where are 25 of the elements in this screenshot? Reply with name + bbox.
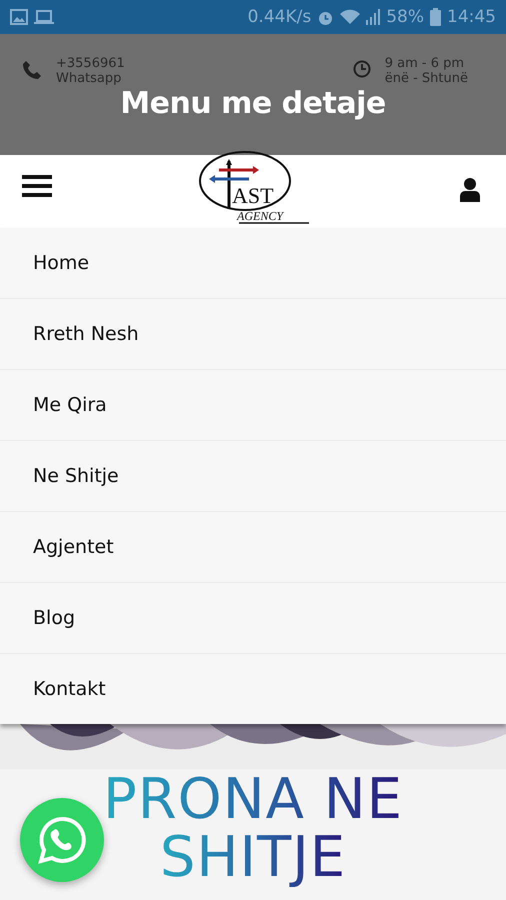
- network-speed: 0.44K/s: [248, 7, 312, 27]
- menu-item[interactable]: Home: [0, 228, 506, 299]
- contact-text: Whatsapp: [56, 71, 122, 86]
- menu-item[interactable]: Rreth Nesh: [0, 299, 506, 370]
- menu-item[interactable]: Me Qira: [0, 370, 506, 441]
- signal-icon: [366, 9, 380, 25]
- menu-item[interactable]: Ne Shitje: [0, 441, 506, 512]
- battery-percent: 58%: [386, 7, 424, 27]
- menu-item[interactable]: Agjentet: [0, 512, 506, 583]
- wifi-icon: [340, 9, 360, 25]
- clock-icon: [352, 60, 371, 78]
- contact-text: ënë - Shtunë: [384, 71, 468, 86]
- phone-icon: [22, 60, 42, 80]
- menu-item[interactable]: Blog: [0, 583, 506, 654]
- image-icon: [10, 9, 28, 25]
- contact-text: +3556961: [56, 56, 125, 71]
- menu-icon[interactable]: [22, 174, 52, 198]
- user-icon[interactable]: [460, 178, 480, 202]
- laptop-icon: [34, 9, 54, 25]
- battery-icon: [430, 8, 441, 26]
- whatsapp-icon: [37, 815, 87, 865]
- menu-item[interactable]: Kontakt: [0, 654, 506, 724]
- caption: Menu me detaje: [120, 86, 386, 121]
- clock-time: 14:45: [447, 7, 496, 27]
- contact-text: 9 am - 6 pm: [384, 56, 466, 71]
